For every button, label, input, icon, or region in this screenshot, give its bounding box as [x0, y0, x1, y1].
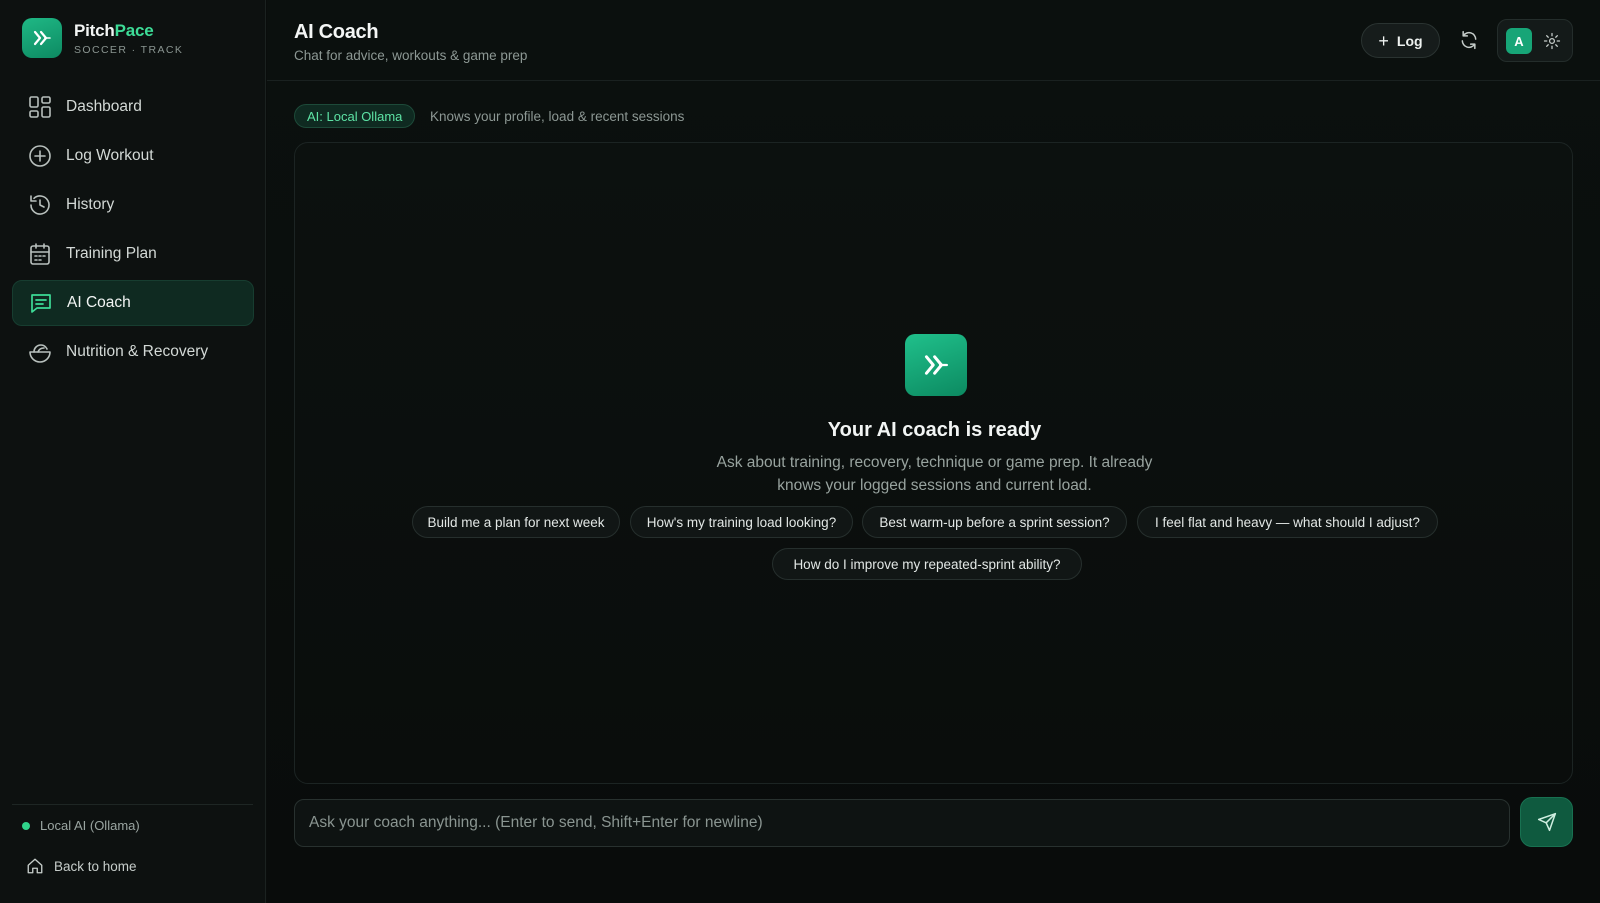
brand-subtitle: SOCCER · TRACK	[74, 43, 184, 56]
chat-panel: Your AI coach is ready Ask about trainin…	[294, 142, 1573, 784]
refresh-button[interactable]	[1457, 28, 1481, 52]
history-clock-icon	[28, 193, 52, 217]
chat-icon	[29, 291, 53, 315]
sidebar-item-label: Dashboard	[66, 98, 142, 115]
back-home-link[interactable]: Back to home	[26, 857, 137, 875]
back-home-label: Back to home	[54, 858, 137, 874]
status-dot-icon	[22, 821, 30, 830]
suggestion-chip[interactable]: How's my training load looking?	[630, 506, 853, 538]
sidebar-nav: Dashboard Log Workout History Training P…	[12, 84, 254, 378]
sidebar-item-dashboard[interactable]: Dashboard	[12, 84, 254, 130]
avatar[interactable]: A	[1506, 28, 1532, 54]
sidebar-item-log-workout[interactable]: Log Workout	[12, 133, 254, 179]
page-subtitle: Chat for advice, workouts & game prep	[294, 48, 528, 63]
main-area: AI Coach Chat for advice, workouts & gam…	[267, 0, 1600, 903]
sidebar-item-training-plan[interactable]: Training Plan	[12, 231, 254, 277]
brand-name: PitchPace	[74, 20, 154, 40]
plus-circle-icon	[28, 144, 52, 168]
coach-logo-icon	[905, 334, 967, 396]
settings-button[interactable]	[1541, 30, 1563, 52]
empty-state-description: Ask about training, recovery, technique …	[716, 454, 1153, 494]
suggestion-chip[interactable]: Build me a plan for next week	[412, 506, 620, 538]
sidebar-item-label: Nutrition & Recovery	[66, 343, 209, 360]
brand[interactable]: PitchPace SOCCER · TRACK	[22, 18, 183, 58]
suggestion-chip[interactable]: Best warm-up before a sprint session?	[862, 506, 1127, 538]
send-icon	[1537, 812, 1556, 832]
ai-context-description: Knows your profile, load & recent sessio…	[430, 109, 685, 124]
sidebar-item-label: History	[66, 196, 115, 213]
plus-icon: +	[1378, 30, 1389, 51]
sidebar-item-nutrition-recovery[interactable]: Nutrition & Recovery	[12, 329, 254, 375]
sidebar-divider	[12, 804, 253, 805]
gear-icon	[1543, 32, 1561, 50]
sidebar-item-ai-coach[interactable]: AI Coach	[12, 280, 254, 326]
home-icon	[26, 857, 44, 875]
calendar-icon	[28, 242, 52, 266]
user-controls: A	[1497, 19, 1573, 62]
suggestion-chip[interactable]: How do I improve my repeated-sprint abil…	[772, 548, 1082, 580]
log-button[interactable]: + Log	[1361, 23, 1440, 58]
send-button[interactable]	[1520, 797, 1573, 847]
dashboard-grid-icon	[28, 95, 52, 119]
sidebar: PitchPace SOCCER · TRACK Dashboard Log W…	[0, 0, 266, 903]
page-header: AI Coach Chat for advice, workouts & gam…	[267, 0, 1600, 81]
ai-status: Local AI (Ollama)	[22, 818, 140, 833]
brand-logo-icon	[22, 18, 62, 58]
sidebar-item-label: Log Workout	[66, 147, 154, 164]
sidebar-item-label: AI Coach	[67, 294, 131, 311]
sidebar-item-label: Training Plan	[66, 245, 157, 262]
sidebar-item-history[interactable]: History	[12, 182, 254, 228]
ai-provider-badge: AI: Local Ollama	[294, 104, 416, 128]
suggestion-chip[interactable]: I feel flat and heavy — what should I ad…	[1137, 506, 1438, 538]
empty-state-title: Your AI coach is ready	[827, 419, 1042, 441]
salad-bowl-icon	[28, 340, 52, 364]
refresh-icon	[1461, 30, 1477, 50]
ai-status-label: Local AI (Ollama)	[40, 818, 140, 833]
chat-input[interactable]: Ask your coach anything... (Enter to sen…	[294, 799, 1510, 847]
log-button-label: Log	[1396, 32, 1423, 49]
page-title: AI Coach	[294, 21, 379, 43]
